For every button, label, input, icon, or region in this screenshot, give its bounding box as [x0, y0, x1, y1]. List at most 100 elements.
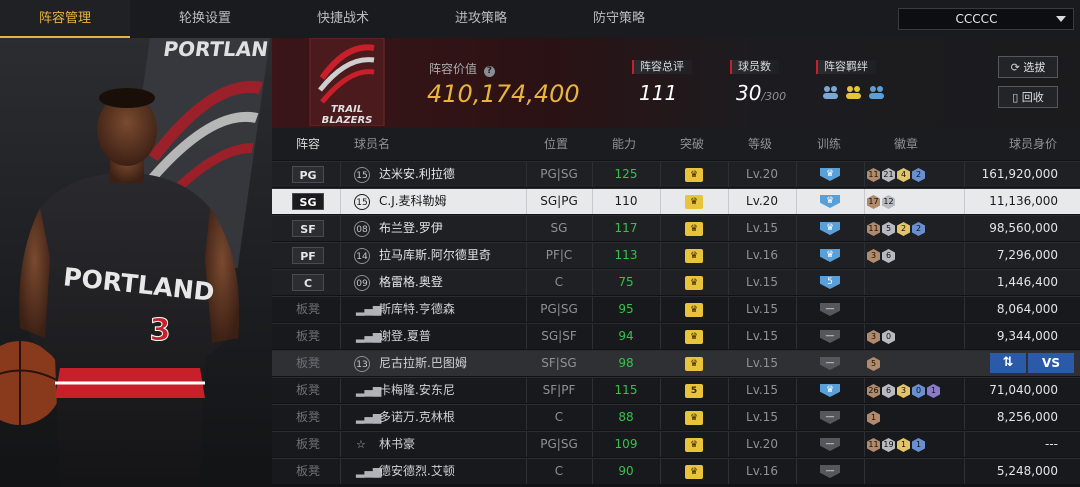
player-name[interactable]: 布兰登.罗伊 [379, 216, 443, 241]
col-breakthrough[interactable]: 突破 [680, 128, 704, 160]
training-shield-icon[interactable]: — [820, 330, 840, 343]
player-position: SG|SF [541, 329, 577, 343]
col-player-name[interactable]: 球员名 [354, 128, 390, 160]
badge-hex-icon[interactable]: 3 [897, 384, 910, 398]
badge-hex-icon[interactable]: 11 [867, 168, 880, 182]
training-shield-icon[interactable]: ♛ [820, 195, 840, 208]
player-name[interactable]: 拉马库斯.阿尔德里奇 [379, 243, 491, 268]
badge-hex-icon[interactable]: 2 [912, 222, 925, 236]
tab-lineup-management[interactable]: 阵容管理 [0, 0, 130, 38]
team-logo: TRAIL BLAZERS [309, 38, 385, 126]
team-select-dropdown[interactable]: CCCCC [898, 8, 1074, 30]
column-divider [864, 162, 865, 187]
training-shield-icon[interactable]: 5 [820, 276, 840, 289]
vs-compare-button[interactable]: VS [1028, 353, 1074, 373]
table-row[interactable]: 板凳 13 尼古拉斯.巴图姆 SF|SG 98 ♛ Lv.15 — 5 ⇅ VS [272, 350, 1080, 376]
badge-hex-icon[interactable]: 6 [882, 384, 895, 398]
breakthrough-crown-icon: ♛ [685, 249, 703, 263]
col-lineup[interactable]: 阵容 [296, 128, 320, 160]
badge-hex-icon[interactable]: 1 [912, 438, 925, 452]
badge-hex-icon[interactable]: 0 [912, 384, 925, 398]
badge-hex-icon[interactable]: 1 [897, 438, 910, 452]
player-position: C [554, 275, 564, 289]
badge-hex-icon[interactable]: 17 [867, 195, 880, 209]
recycle-button[interactable]: ▯ 回收 [998, 86, 1058, 108]
player-name[interactable]: 多诺万.克林根 [379, 405, 455, 430]
bench-label: 板凳 [296, 329, 321, 343]
table-row[interactable]: 板凳 ▂▄▆ 多诺万.克林根 C 88 ♛ Lv.15 — 1 8,256,000 [272, 404, 1080, 430]
badge-hex-icon[interactable]: 3 [867, 330, 880, 344]
badge-hex-icon[interactable]: 0 [882, 330, 895, 344]
badge-hex-icon[interactable]: 3 [867, 249, 880, 263]
table-row[interactable]: SF 08 布兰登.罗伊 SG 117 ♛ Lv.15 ♛ 11 5 2 2 98,560,000 [272, 215, 1080, 241]
training-shield-icon[interactable]: — [820, 438, 840, 451]
player-name[interactable]: 斯库特.亨德森 [379, 297, 455, 322]
badge-hex-icon[interactable]: 11 [867, 438, 880, 452]
table-row[interactable]: 板凳 ☆ 林书豪 PG|SG 109 ♛ Lv.20—11 19 1 1 --- [272, 431, 1080, 457]
column-divider [864, 459, 865, 484]
tab-quick-tactics[interactable]: 快捷战术 [278, 0, 408, 38]
badge-hex-icon[interactable]: 6 [882, 249, 895, 263]
badge-hex-icon[interactable]: 4 [897, 168, 910, 182]
player-name[interactable]: 尼古拉斯.巴图姆 [379, 351, 467, 376]
table-row[interactable]: SG 15 C.J.麦科勒姆 SG|PG 110 ♛ Lv.20 ♛ 17 12 11,136,00… [272, 188, 1080, 214]
trash-icon: ▯ [1012, 91, 1019, 104]
col-player-value[interactable]: 球员身价 [1009, 128, 1057, 160]
badge-hex-icon[interactable]: 26 [867, 384, 880, 398]
badge-hex-icon[interactable]: 12 [882, 195, 895, 209]
column-divider [796, 459, 797, 484]
tab-offense-strategy[interactable]: 进攻策略 [416, 0, 546, 38]
tab-defense-strategy[interactable]: 防守策略 [554, 0, 684, 38]
signal-bars-icon: ▂▄▆ [356, 303, 382, 316]
table-row[interactable]: PG 15 达米安.利拉德 PG|SG 125 ♛ Lv.20 ♛ 11 21 4 2 161,920,… [272, 161, 1080, 187]
table-row[interactable]: 板凳 ▂▄▆ 谢登.夏普 SG|SF 94 ♛ Lv.15 — 3 0 9,344,000 [272, 323, 1080, 349]
table-row[interactable]: 板凳 ▂▄▆ 斯库特.亨德森 PG|SG 95 ♛ Lv.15 — 8,064,000 [272, 296, 1080, 322]
player-name[interactable]: 谢登.夏普 [379, 324, 431, 349]
select-button[interactable]: ⟳ 选拔 [998, 56, 1058, 78]
help-icon[interactable]: ? [483, 66, 495, 77]
training-shield-icon[interactable]: — [820, 357, 840, 370]
badge-hex-icon[interactable]: 19 [882, 438, 895, 452]
badge-hex-icon[interactable]: 2 [897, 222, 910, 236]
player-name[interactable]: 达米安.利拉德 [379, 162, 455, 187]
col-rating[interactable]: 能力 [612, 128, 636, 160]
player-name[interactable]: 林书豪 [379, 432, 415, 457]
table-row[interactable]: 板凳 ▂▄▆ 德安德烈.艾顿 C 90 ♛ Lv.16 — 5,248,000 [272, 458, 1080, 484]
breakthrough-crown-icon: ♛ [685, 438, 703, 452]
training-shield-icon[interactable]: — [820, 303, 840, 316]
column-divider [964, 216, 965, 241]
training-shield-icon[interactable]: — [820, 465, 840, 478]
badge-hex-icon[interactable]: 1 [927, 384, 940, 398]
badge-hex-icon[interactable]: 5 [882, 222, 895, 236]
badge-hex-icon[interactable]: 21 [882, 168, 895, 182]
table-row[interactable]: 板凳 ▂▄▆ 卡梅隆.安东尼 SF|PF 115 5 Lv.15 ♛ 26 6 3 0 1 71,040,… [272, 377, 1080, 403]
training-shield-icon[interactable]: ♛ [820, 249, 840, 262]
badge-hex-icon[interactable]: 1 [867, 411, 880, 425]
swap-button[interactable]: ⇅ [990, 353, 1026, 373]
tab-rotation-settings[interactable]: 轮换设置 [140, 0, 270, 38]
col-position[interactable]: 位置 [544, 128, 568, 160]
training-shield-icon[interactable]: ♛ [820, 168, 840, 181]
player-rating: 109 [614, 437, 638, 451]
synergy-icons[interactable] [822, 84, 892, 106]
col-training[interactable]: 训练 [817, 128, 841, 160]
column-divider [796, 351, 797, 376]
training-shield-icon[interactable]: — [820, 411, 840, 424]
badge-hex-icon[interactable]: 2 [912, 168, 925, 182]
player-value: 7,296,000 [996, 248, 1058, 262]
player-name[interactable]: 卡梅隆.安东尼 [379, 378, 455, 403]
column-divider [796, 324, 797, 349]
player-name[interactable]: 德安德烈.艾顿 [379, 459, 455, 484]
column-divider [660, 459, 661, 484]
training-shield-icon[interactable]: ♛ [820, 384, 840, 397]
col-badges[interactable]: 徽章 [894, 128, 918, 160]
jersey-number-badge: 08 [354, 221, 370, 237]
player-name[interactable]: 格雷格.奥登 [379, 270, 443, 295]
table-row[interactable]: PF 14 拉马库斯.阿尔德里奇 PF|C 113 ♛ Lv.16 ♛ 3 6 7,296,000 [272, 242, 1080, 268]
badge-hex-icon[interactable]: 11 [867, 222, 880, 236]
badge-hex-icon[interactable]: 5 [867, 357, 880, 371]
player-name[interactable]: C.J.麦科勒姆 [379, 189, 447, 214]
table-row[interactable]: C 09 格雷格.奥登 C 75 ♛ Lv.15 5 1,446,400 [272, 269, 1080, 295]
training-shield-icon[interactable]: ♛ [820, 222, 840, 235]
col-level[interactable]: 等级 [748, 128, 772, 160]
